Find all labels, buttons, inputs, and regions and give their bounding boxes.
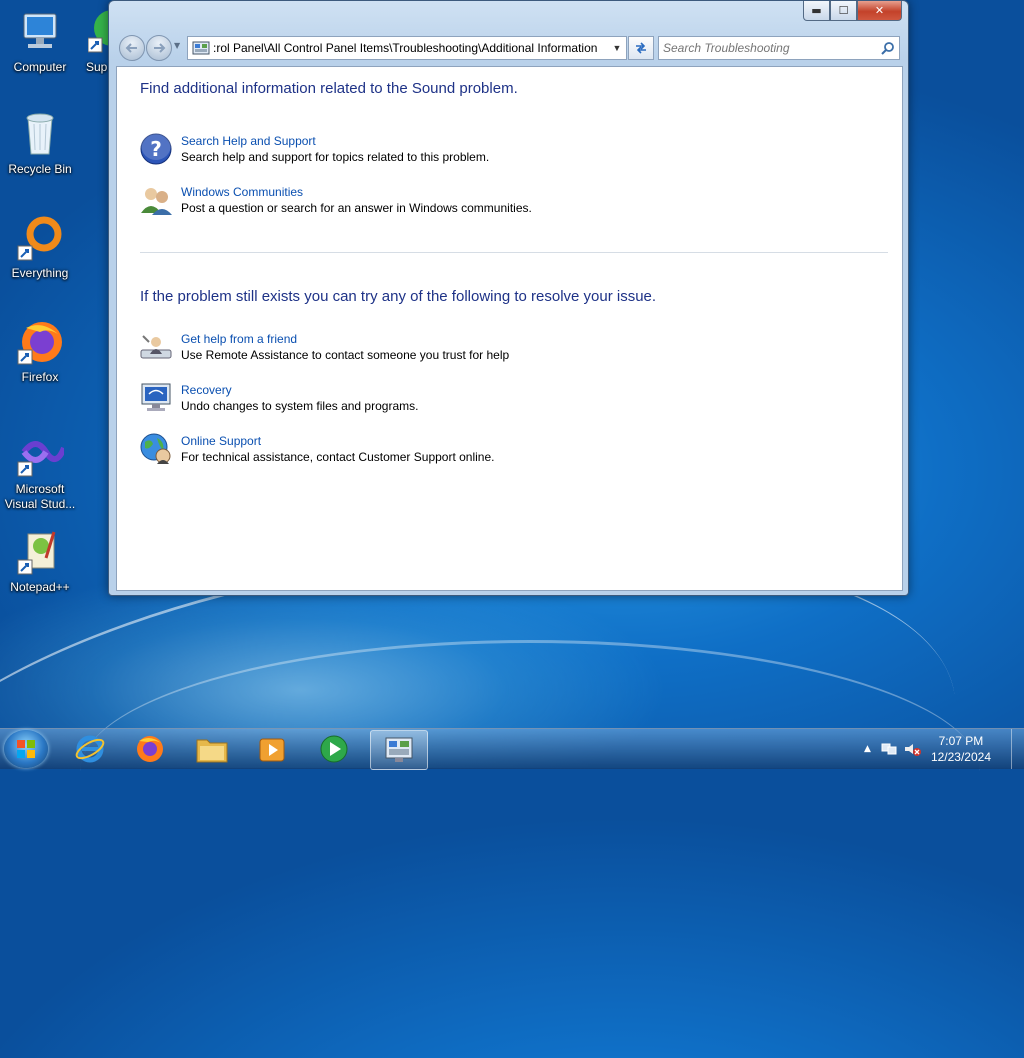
section-divider — [140, 252, 888, 253]
search-input[interactable] — [659, 40, 881, 56]
taskbar-internet-explorer[interactable] — [62, 730, 118, 768]
show-desktop-button[interactable] — [1011, 729, 1024, 769]
option-link[interactable]: Get help from a friend — [181, 332, 509, 346]
troubleshooting-window: ▬ ☐ ✕ ▼ :rol Panel\All Control Panel Ite… — [108, 0, 909, 596]
desktop-icon-label: Notepad++ — [10, 580, 70, 594]
internet-explorer-icon — [75, 735, 105, 763]
refresh-button[interactable] — [628, 36, 654, 60]
computer-icon — [16, 8, 64, 56]
desktop-icon-label: Everything — [11, 266, 69, 280]
maximize-button[interactable]: ☐ — [830, 1, 857, 21]
notepad-plus-plus-icon — [16, 528, 64, 576]
firefox-icon — [16, 318, 64, 366]
taskbar-file-explorer[interactable] — [184, 730, 240, 768]
forward-arrow-icon — [154, 43, 166, 53]
control-panel-icon — [192, 41, 210, 55]
firefox-icon — [137, 736, 163, 762]
option-link[interactable]: Recovery — [181, 383, 418, 397]
desktop-icon-notepad-plus-plus[interactable]: Notepad++ — [0, 528, 80, 595]
control-panel-icon — [385, 737, 413, 762]
section-heading-additional-info: Find additional information related to t… — [140, 80, 518, 97]
start-button[interactable] — [4, 730, 48, 768]
option-recovery[interactable]: Recovery Undo changes to system files an… — [139, 381, 418, 415]
refresh-icon — [636, 42, 646, 54]
option-description: Search help and support for topics relat… — [181, 150, 490, 164]
forward-button[interactable] — [146, 35, 172, 61]
desktop-icon-recycle-bin[interactable]: Recycle Bin — [0, 110, 80, 177]
option-windows-communities[interactable]: Windows Communities Post a question or s… — [139, 183, 532, 217]
desktop-icon-support[interactable]: Sup — [72, 8, 112, 75]
back-button[interactable] — [119, 35, 145, 61]
windows-logo-icon — [17, 740, 35, 758]
option-description: For technical assistance, contact Custom… — [181, 450, 495, 464]
option-get-help-from-friend[interactable]: Get help from a friend Use Remote Assist… — [139, 330, 509, 364]
taskbar-firefox[interactable] — [122, 730, 178, 768]
clock[interactable]: 7:07 PM 12/23/2024 — [931, 733, 991, 765]
desktop-icon-label: Computer — [13, 60, 67, 74]
desktop-icon-label: Firefox — [21, 370, 59, 384]
search-box[interactable] — [658, 36, 900, 60]
desktop-icon-everything[interactable]: Everything — [0, 214, 80, 281]
everything-search-icon — [16, 214, 64, 262]
network-icon[interactable] — [881, 742, 897, 756]
caption-buttons: ▬ ☐ ✕ — [803, 1, 902, 21]
file-explorer-icon — [196, 739, 228, 763]
visual-studio-icon — [16, 430, 67, 478]
taskbar-media-center[interactable] — [306, 730, 362, 768]
taskbar-control-panel[interactable] — [370, 730, 428, 770]
system-tray: ▲ 7:07 PM 12/23/2024 — [864, 729, 1024, 769]
media-player-icon — [259, 738, 285, 762]
option-link[interactable]: Windows Communities — [181, 185, 532, 199]
option-link[interactable]: Search Help and Support — [181, 134, 489, 148]
clock-time: 7:07 PM — [938, 734, 984, 748]
option-description: Use Remote Assistance to contact someone… — [181, 348, 510, 362]
help-question-icon: ? — [139, 130, 173, 166]
remote-assistance-icon — [139, 330, 173, 364]
media-center-icon — [320, 735, 348, 763]
clock-date: 12/23/2024 — [930, 750, 991, 764]
desktop-icon-label: Microsoft Visual Stud... — [4, 482, 76, 511]
option-description: Undo changes to system files and program… — [181, 399, 419, 413]
option-link[interactable]: Online Support — [181, 434, 495, 448]
recovery-icon — [139, 381, 173, 415]
address-dropdown-icon[interactable]: ▼ — [608, 43, 626, 53]
desktop-icon-visual-studio[interactable]: Microsoft Visual Stud... — [0, 430, 80, 512]
minimize-button[interactable]: ▬ — [803, 1, 830, 21]
search-icon[interactable] — [881, 41, 899, 55]
close-button[interactable]: ✕ — [857, 1, 902, 21]
address-bar[interactable]: :rol Panel\All Control Panel Items\Troub… — [187, 36, 627, 60]
taskbar-media-player[interactable] — [244, 730, 300, 768]
desktop-icon-firefox[interactable]: Firefox — [0, 318, 80, 385]
content-pane: Find additional information related to t… — [116, 66, 903, 591]
volume-muted-icon[interactable] — [903, 742, 921, 756]
online-support-globe-icon — [139, 432, 173, 466]
back-arrow-icon — [125, 43, 137, 53]
desktop-icon-computer[interactable]: Computer — [0, 8, 80, 75]
desktop-icon-label: Recycle Bin — [8, 162, 72, 176]
recycle-bin-icon — [16, 110, 64, 158]
recent-pages-dropdown-icon[interactable]: ▼ — [174, 41, 180, 50]
option-description: Post a question or search for an answer … — [181, 201, 532, 215]
address-path: :rol Panel\All Control Panel Items\Troub… — [213, 41, 598, 55]
community-users-icon — [139, 183, 173, 217]
taskbar: ▲ 7:07 PM 12/23/2024 — [0, 728, 1024, 770]
show-hidden-icons-icon[interactable]: ▲ — [864, 744, 871, 754]
section-heading-resolve-issue: If the problem still exists you can try … — [140, 288, 657, 305]
svg-text:?: ? — [150, 137, 162, 161]
option-online-support[interactable]: Online Support For technical assistance,… — [139, 432, 495, 466]
option-search-help[interactable]: ? Search Help and Support Search help an… — [139, 130, 490, 166]
desktop-icon-label: Sup — [86, 60, 108, 74]
